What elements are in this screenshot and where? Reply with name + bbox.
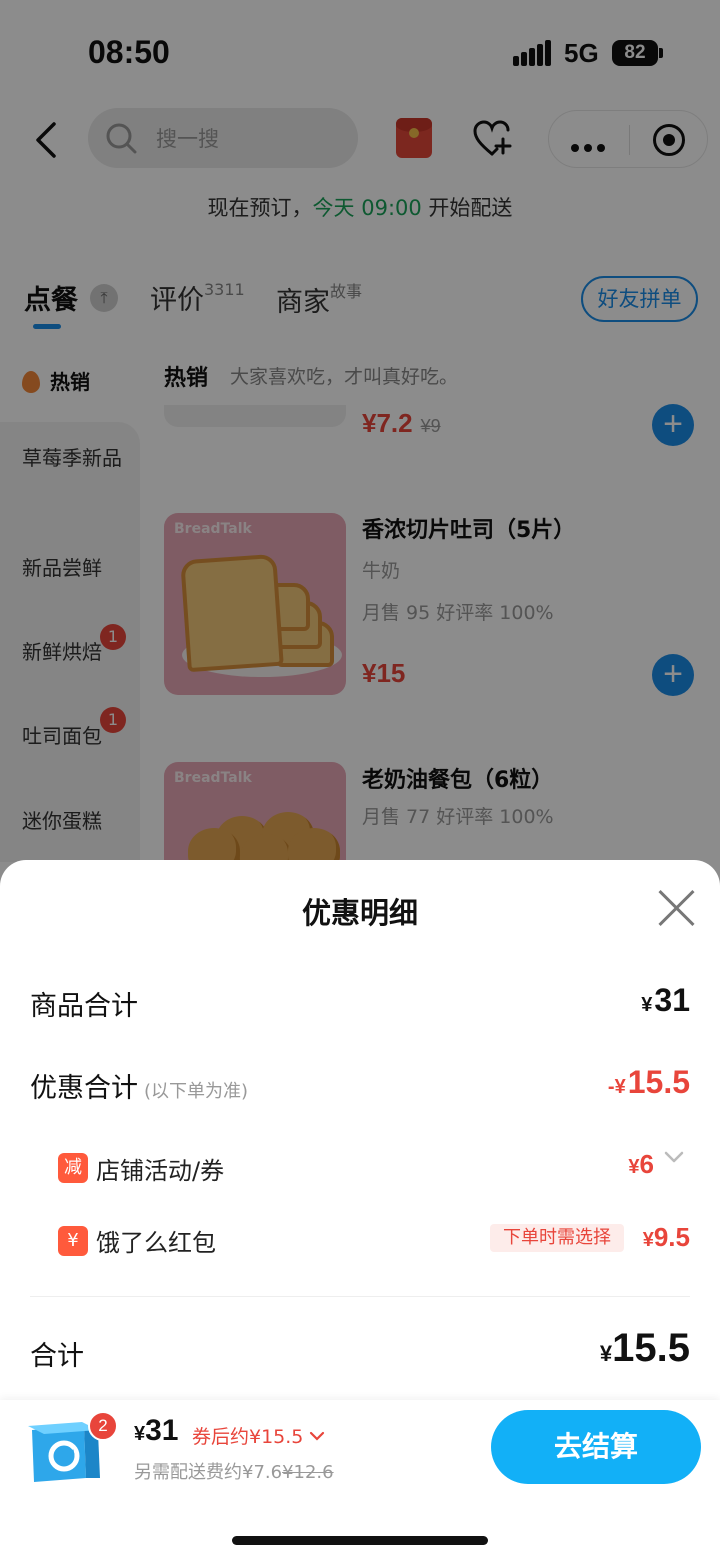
- goods-total-value: 31: [654, 982, 690, 1018]
- after-coupon-text: 券后约¥15.5: [192, 1426, 304, 1448]
- close-icon[interactable]: [656, 888, 696, 928]
- total-label: 合计: [30, 1341, 84, 1372]
- home-indicator: [232, 1536, 488, 1545]
- discount-total-label: 优惠合计 (以下单为准): [30, 1066, 248, 1105]
- delivery-fee-text: 另需配送费约¥7.6: [134, 1462, 283, 1483]
- discount-total-amount: -¥15.5: [607, 1064, 690, 1100]
- store-activity-amount[interactable]: ¥6: [628, 1149, 654, 1180]
- delivery-fee-old: ¥12.6: [282, 1462, 334, 1483]
- redpack-amount: ¥9.5: [642, 1222, 690, 1252]
- reduce-icon: 减: [58, 1153, 88, 1183]
- chevron-down-icon[interactable]: [664, 1150, 684, 1164]
- store-activity-value: 6: [639, 1149, 654, 1179]
- select-on-order-tag: 下单时需选择: [490, 1224, 624, 1252]
- eleme-redpack-label: 饿了么红包: [96, 1229, 216, 1257]
- total-amount: ¥15.5: [599, 1326, 690, 1370]
- store-activity-label[interactable]: 店铺活动/券: [96, 1151, 224, 1186]
- goods-total-amount: ¥31: [641, 982, 690, 1018]
- goods-total-label: 商品合计: [30, 991, 138, 1022]
- delivery-fee: 另需配送费约¥7.6¥12.6: [134, 1458, 334, 1484]
- cart-count-badge: 2: [88, 1411, 118, 1441]
- discount-note: (以下单为准): [144, 1081, 249, 1102]
- checkout-button[interactable]: 去结算: [491, 1410, 701, 1484]
- chevron-down-icon: [310, 1431, 325, 1441]
- cart-price-value: 31: [145, 1414, 179, 1447]
- total-value: 15.5: [612, 1326, 690, 1370]
- divider: [30, 1296, 690, 1297]
- yen-icon: ¥: [58, 1226, 88, 1256]
- discount-total-value: 15.5: [627, 1064, 690, 1100]
- cart-price: ¥31: [134, 1414, 179, 1447]
- redpack-value: 9.5: [653, 1222, 690, 1252]
- discount-label: 优惠合计: [30, 1073, 138, 1104]
- after-coupon-price[interactable]: 券后约¥15.5: [192, 1422, 325, 1449]
- sheet-title: 优惠明细: [301, 896, 418, 930]
